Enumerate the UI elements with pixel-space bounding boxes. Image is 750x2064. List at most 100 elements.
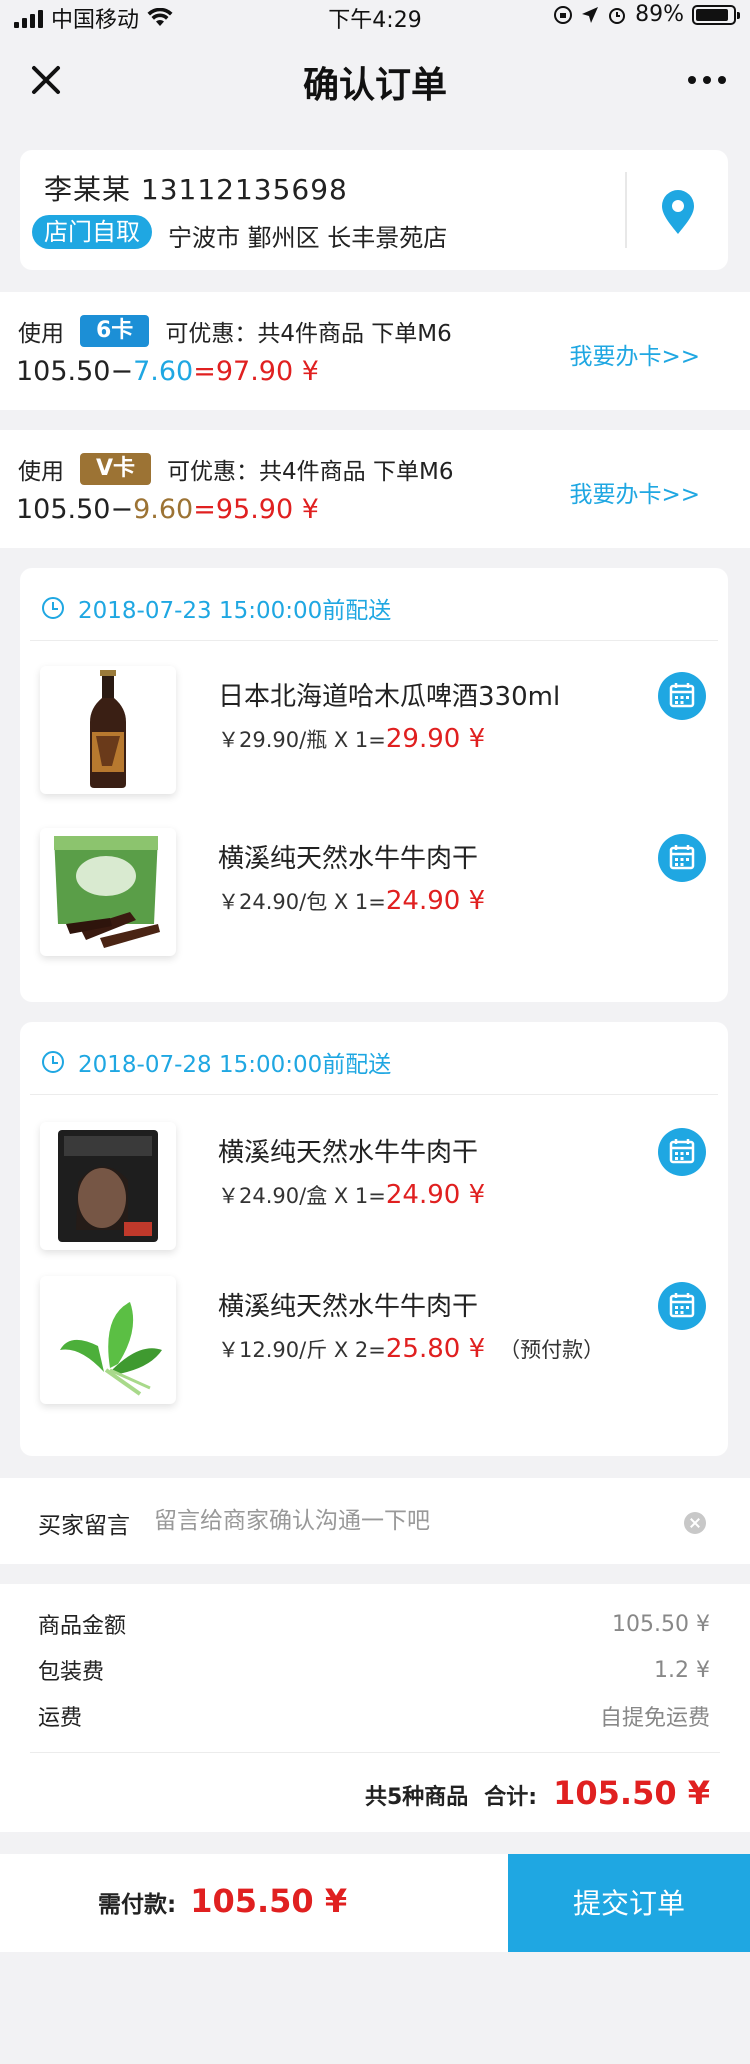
order-total: 共5种商品 合计: 105.50 ¥ (365, 1774, 710, 1812)
summary-row-shipping: 运费 自提免运费 (38, 1698, 710, 1734)
apply-card-link[interactable]: 我要办卡>> (569, 337, 700, 371)
pay-label: 需付款: (98, 1892, 177, 1918)
order-summary: 商品金额 105.50 ¥ 包装费 1.2 ¥ 运费 自提免运费 共5种商品 合… (0, 1584, 750, 1832)
product-name: 横溪纯天然水牛牛肉干 (218, 1292, 479, 1322)
product-price: ￥29.90/瓶 X 1=29.90 ¥ (218, 724, 485, 754)
line-total: 25.80 ¥ (385, 1334, 486, 1364)
buyer-message-label: 买家留言 (38, 1513, 130, 1539)
discount-formula: 105.50−9.60=95.90 ¥ (16, 494, 319, 525)
pay-amount: 需付款: 105.50 ¥ (98, 1882, 347, 1920)
discount-formula: 105.50−7.60=97.90 ¥ (16, 356, 319, 387)
result-amount: =95.90 ¥ (193, 494, 319, 525)
order-item[interactable]: 横溪纯天然水牛牛肉干 ￥24.90/包 X 1=24.90 ¥ (20, 828, 728, 968)
divider (30, 1094, 718, 1095)
base-amount: 105.50 (16, 356, 111, 387)
battery-icon (692, 4, 740, 25)
summary-value: 1.2 ¥ (654, 1657, 710, 1683)
apply-card-link[interactable]: 我要办卡>> (569, 475, 700, 509)
member-card-line: 使用 V卡 可优惠：共4件商品 下单M6 (18, 452, 453, 486)
summary-key: 商品金额 (38, 1614, 127, 1639)
alarm-icon (609, 7, 626, 24)
page-title: 确认订单 (302, 65, 447, 106)
unit-price: ￥29.90/瓶 X 1= (218, 728, 386, 752)
more-dots-icon[interactable] (688, 76, 726, 84)
card-badge-v: V卡 (80, 453, 152, 485)
divider (625, 172, 627, 248)
buyer-message-input[interactable] (152, 1500, 676, 1542)
divider (30, 1752, 720, 1753)
orientation-lock-icon (554, 5, 573, 24)
discount-desc: 可优惠：共4件商品 下单M6 (165, 321, 452, 347)
discount-amount: 7.60 (133, 356, 194, 387)
clock-icon (42, 1051, 64, 1073)
delivery-group: 2018-07-28 15:00:00前配送 横溪纯天然水牛牛肉干 ￥24.90… (20, 1022, 728, 1456)
pickup-tag: 店门自取 (32, 215, 152, 249)
summary-key: 包装费 (38, 1660, 105, 1685)
pay-value: 105.50 ¥ (190, 1882, 348, 1920)
jerky-box-image (40, 1122, 176, 1250)
product-name: 横溪纯天然水牛牛肉干 (218, 1138, 479, 1168)
contact-name-phone: 李某某 13112135698 (44, 173, 348, 206)
nav-bar: 确认订单 (0, 32, 750, 132)
item-count: 共5种商品 (364, 1785, 469, 1810)
calendar-icon[interactable] (658, 1128, 706, 1176)
store-address: 宁波市 鄞州区 长丰景苑店 (168, 224, 448, 252)
beer-bottle-image (40, 666, 176, 794)
prepay-note: （预付款） (499, 1338, 605, 1362)
discount-desc: 可优惠：共4件商品 下单M6 (167, 459, 454, 485)
calendar-icon[interactable] (658, 834, 706, 882)
location-pin-icon[interactable] (656, 188, 700, 236)
total-amount: 105.50 ¥ (553, 1774, 710, 1812)
divider (30, 640, 718, 641)
checkout-bar: 需付款: 105.50 ¥ 提交订单 (0, 1854, 750, 1952)
base-amount: 105.50 (16, 494, 111, 525)
delivery-time-label: 2018-07-28 15:00:00前配送 (78, 1052, 392, 1078)
delivery-time: 2018-07-23 15:00:00前配送 (42, 588, 391, 628)
line-total: 24.90 ¥ (385, 1180, 486, 1210)
order-item[interactable]: 日本北海道哈木瓜啤酒330ml ￥29.90/瓶 X 1=29.90 ¥ (20, 666, 728, 806)
discount-amount: 9.60 (133, 494, 194, 525)
product-price: ￥24.90/包 X 1=24.90 ¥ (218, 886, 485, 916)
submit-order-button[interactable]: 提交订单 (508, 1854, 750, 1952)
calendar-icon[interactable] (658, 672, 706, 720)
minus-sign: − (110, 494, 134, 525)
summary-value: 自提免运费 (599, 1706, 710, 1731)
delivery-group: 2018-07-23 15:00:00前配送 日本北海道哈木瓜啤酒330ml ￥… (20, 568, 728, 1002)
summary-value: 105.50 ¥ (612, 1611, 710, 1637)
line-total: 24.90 ¥ (385, 886, 486, 916)
pickup-address-card[interactable]: 李某某 13112135698 店门自取 宁波市 鄞州区 长丰景苑店 (20, 150, 728, 270)
unit-price: ￥24.90/包 X 1= (218, 890, 386, 914)
card-badge-6: 6卡 (80, 315, 150, 347)
use-label: 使用 (18, 321, 64, 347)
line-total: 29.90 ¥ (385, 724, 486, 754)
product-price: ￥24.90/盒 X 1=24.90 ¥ (218, 1180, 485, 1210)
minus-sign: − (110, 356, 134, 387)
unit-price: ￥24.90/盒 X 1= (218, 1184, 386, 1208)
use-label: 使用 (18, 459, 64, 485)
beef-jerky-bag-image (40, 828, 176, 956)
total-label: 合计: (484, 1785, 538, 1810)
clear-icon[interactable] (684, 1512, 706, 1534)
summary-row-packaging: 包装费 1.2 ¥ (38, 1652, 710, 1688)
unit-price: ￥12.90/斤 X 2= (218, 1338, 386, 1362)
calendar-icon[interactable] (658, 1282, 706, 1330)
summary-row-goods: 商品金额 105.50 ¥ (38, 1606, 710, 1642)
result-amount: =97.90 ¥ (193, 356, 319, 387)
order-item[interactable]: 横溪纯天然水牛牛肉干 ￥12.90/斤 X 2=25.80 ¥ （预付款） (20, 1276, 728, 1416)
order-item[interactable]: 横溪纯天然水牛牛肉干 ￥24.90/盒 X 1=24.90 ¥ (20, 1122, 728, 1262)
member-card-row-v: 使用 V卡 可优惠：共4件商品 下单M6 105.50−9.60=95.90 ¥… (0, 430, 750, 548)
product-name: 日本北海道哈木瓜啤酒330ml (218, 682, 561, 712)
member-card-row-6: 使用 6卡 可优惠：共4件商品 下单M6 105.50−7.60=97.90 ¥… (0, 292, 750, 410)
clock-icon (42, 597, 64, 619)
spinach-image (40, 1276, 176, 1404)
product-price: ￥12.90/斤 X 2=25.80 ¥ （预付款） (218, 1334, 604, 1364)
battery-percent: 89% (635, 2, 684, 27)
status-right: 89% (553, 2, 740, 27)
location-arrow-icon (582, 6, 599, 23)
summary-key: 运费 (38, 1706, 83, 1731)
delivery-time-label: 2018-07-23 15:00:00前配送 (78, 598, 392, 624)
buyer-message-row: 买家留言 (0, 1478, 750, 1564)
status-bar: 中国移动 下午4:29 89% (0, 0, 750, 33)
delivery-time: 2018-07-28 15:00:00前配送 (42, 1042, 391, 1082)
product-name: 横溪纯天然水牛牛肉干 (218, 844, 479, 874)
